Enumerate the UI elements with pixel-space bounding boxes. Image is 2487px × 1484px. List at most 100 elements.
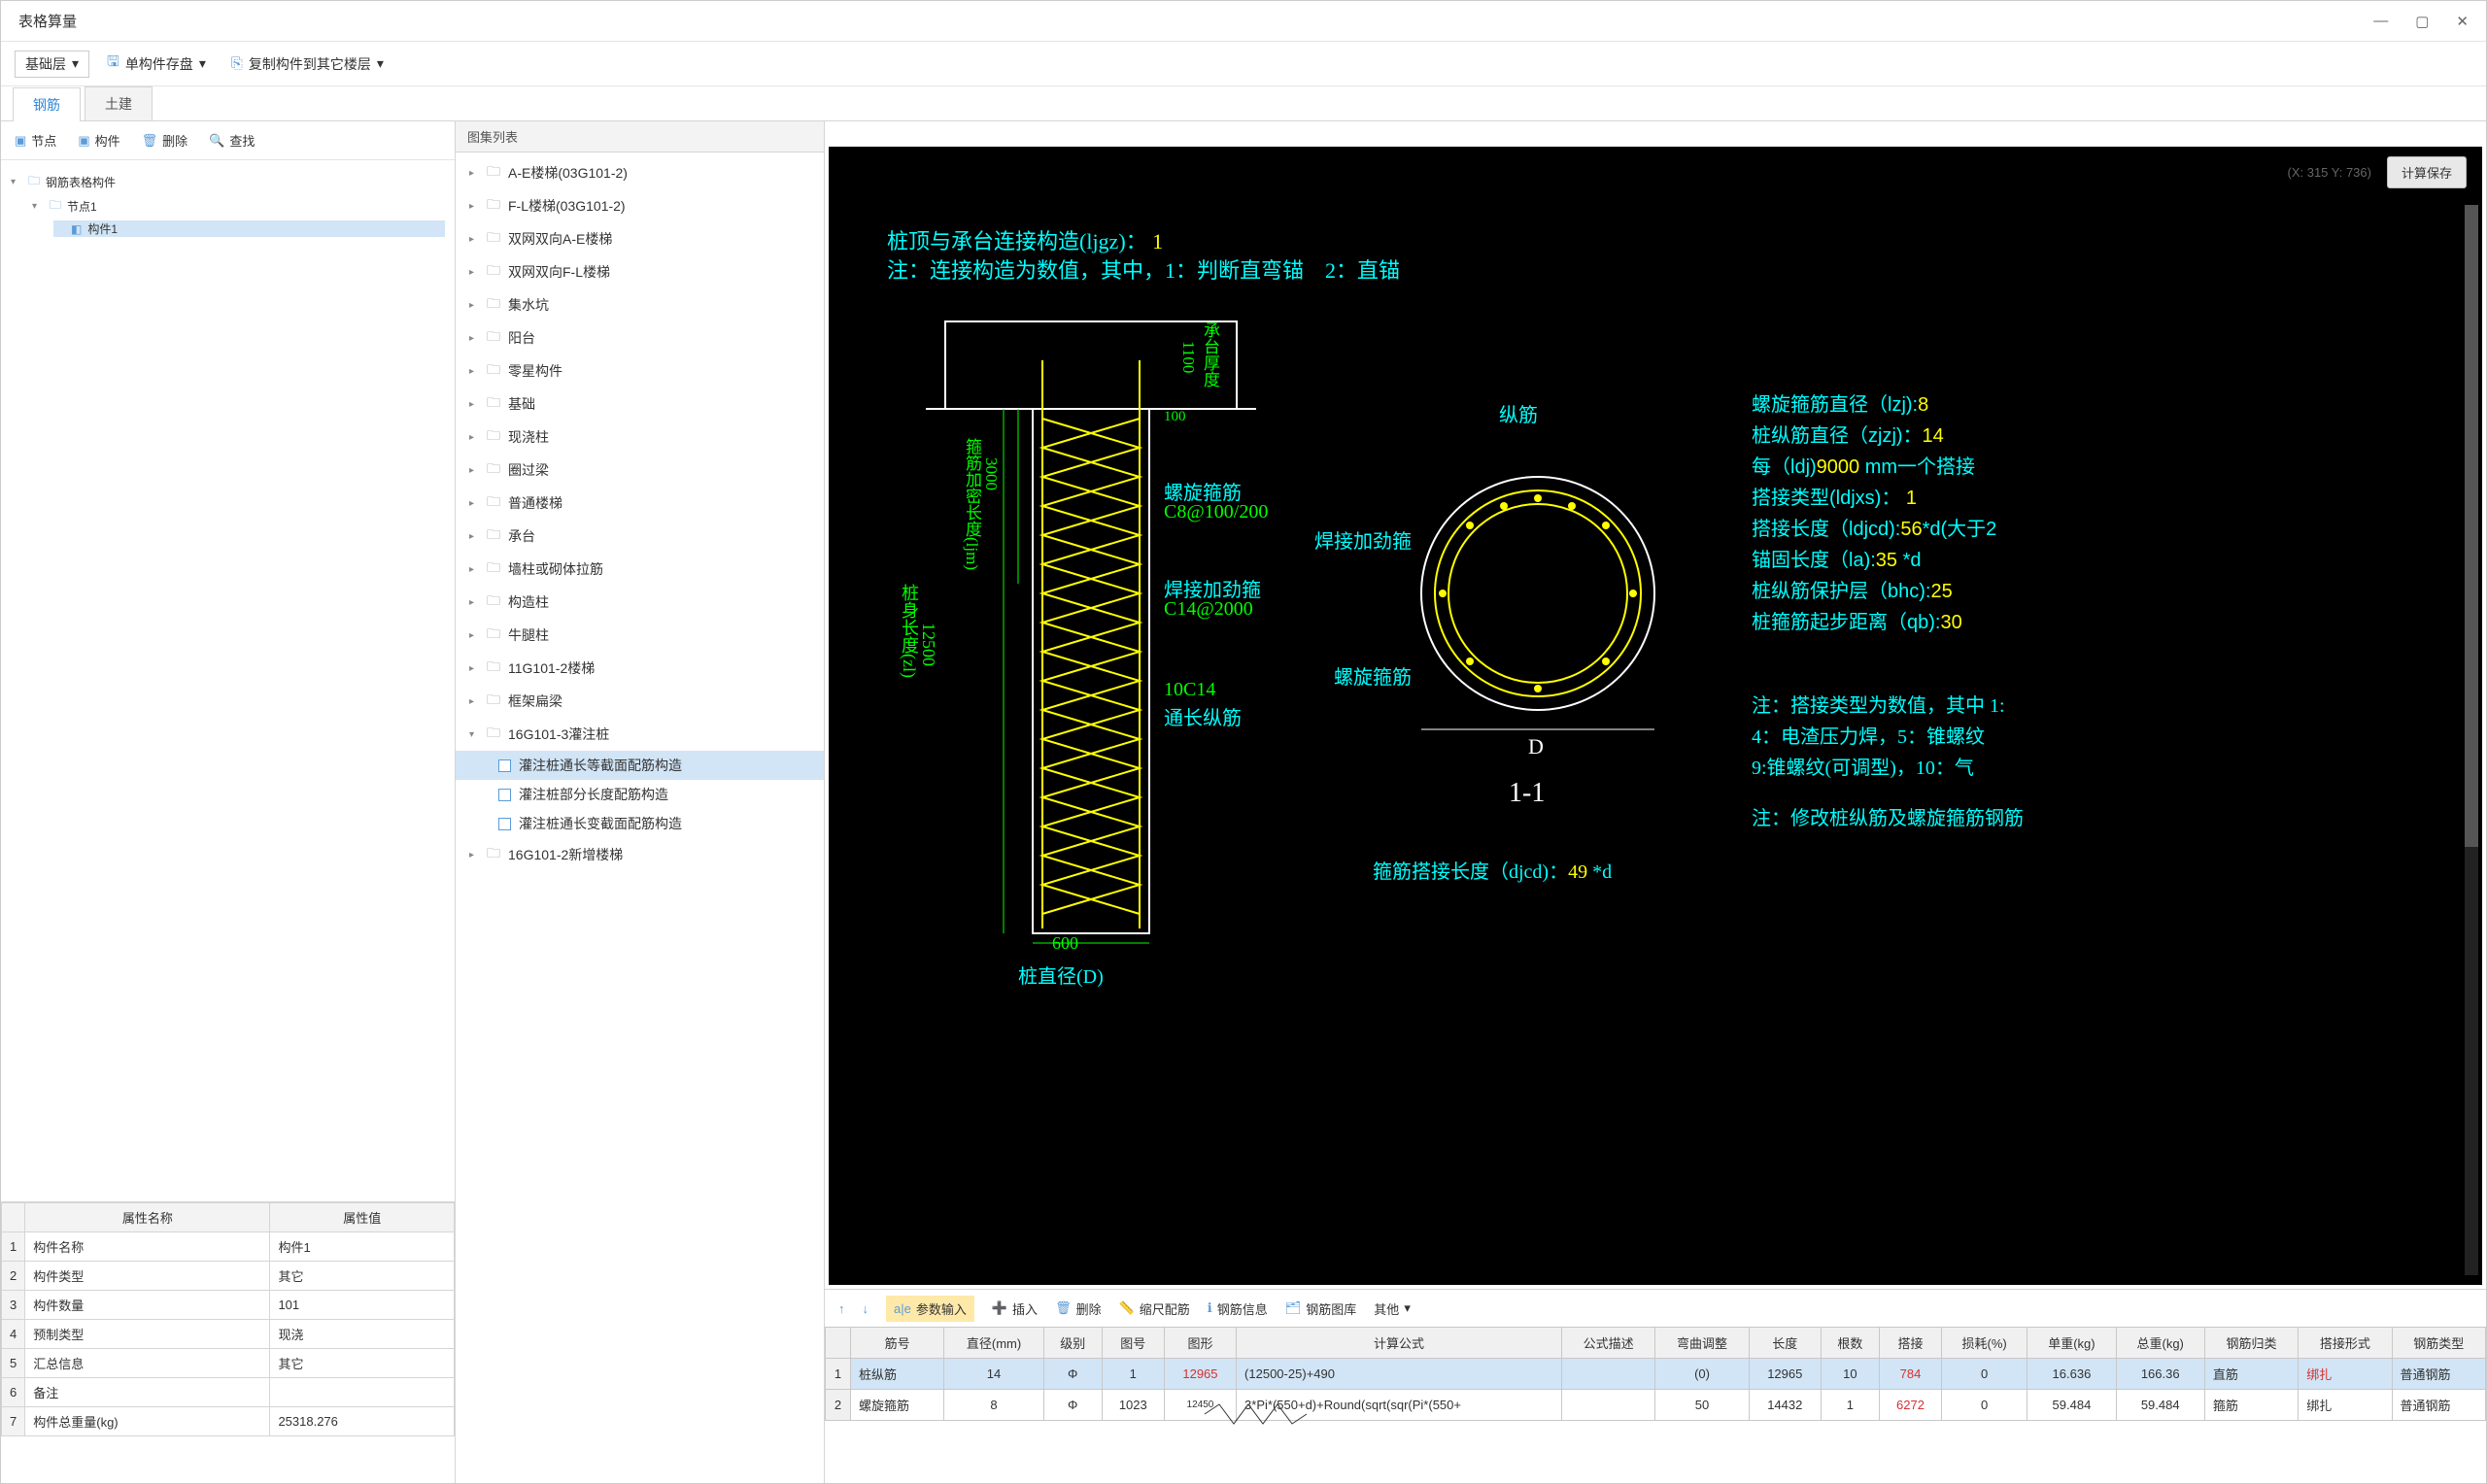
atlas-subitem[interactable]: 灌注桩通长等截面配筋构造 bbox=[456, 751, 824, 780]
tree-root[interactable]: 钢筋表格构件 bbox=[46, 174, 116, 190]
col-header[interactable]: 钢筋归类 bbox=[2204, 1328, 2298, 1359]
col-header[interactable]: 图号 bbox=[1102, 1328, 1164, 1359]
expand-icon[interactable]: ▸ bbox=[469, 465, 479, 476]
atlas-item[interactable]: ▸🗀16G101-2新增楼梯 bbox=[456, 838, 824, 871]
folder-icon: 🗀 bbox=[487, 843, 500, 866]
col-header[interactable]: 公式描述 bbox=[1562, 1328, 1655, 1359]
expand-icon[interactable]: ▸ bbox=[469, 696, 479, 707]
tree-item[interactable]: 构件1 bbox=[87, 220, 118, 237]
other-button[interactable]: 其他 ▾ bbox=[1374, 1299, 1411, 1318]
expand-icon[interactable]: ▸ bbox=[469, 850, 479, 860]
find-button[interactable]: 🔍查找 bbox=[209, 131, 255, 150]
atlas-item[interactable]: ▸🗀阳台 bbox=[456, 321, 824, 354]
component-icon: ▣ bbox=[78, 133, 89, 149]
main-tabs: 钢筋 土建 bbox=[1, 86, 2486, 121]
library-button[interactable]: 🗂钢筋图库 bbox=[1285, 1299, 1357, 1318]
insert-button[interactable]: ➕插入 bbox=[992, 1299, 1038, 1318]
atlas-tree[interactable]: ▸🗀A-E楼梯(03G101-2)▸🗀F-L楼梯(03G101-2)▸🗀双网双向… bbox=[456, 152, 824, 1483]
col-header[interactable]: 损耗(%) bbox=[1942, 1328, 2027, 1359]
expand-icon[interactable]: ▸ bbox=[469, 399, 479, 410]
col-header[interactable]: 搭接形式 bbox=[2299, 1328, 2392, 1359]
minimize-icon[interactable]: — bbox=[2373, 13, 2388, 30]
component-tree[interactable]: ▾🗀钢筋表格构件 ▾🗀节点1 ◧构件1 bbox=[1, 160, 455, 1201]
atlas-item[interactable]: ▸🗀零星构件 bbox=[456, 354, 824, 388]
tree-node[interactable]: 节点1 bbox=[67, 198, 97, 215]
folder-icon: 🗀 bbox=[487, 392, 500, 416]
col-header[interactable]: 筋号 bbox=[851, 1328, 944, 1359]
atlas-item[interactable]: ▸🗀墙柱或砌体拉筋 bbox=[456, 553, 824, 586]
expand-icon[interactable]: ▸ bbox=[469, 267, 479, 278]
scale-button[interactable]: 📏缩尺配筋 bbox=[1119, 1299, 1190, 1318]
col-header[interactable]: 搭接 bbox=[1879, 1328, 1941, 1359]
col-header[interactable]: 钢筋类型 bbox=[2392, 1328, 2485, 1359]
atlas-item[interactable]: ▸🗀A-E楼梯(03G101-2) bbox=[456, 156, 824, 189]
atlas-item[interactable]: ▸🗀现浇柱 bbox=[456, 421, 824, 454]
node-button[interactable]: ▣节点 bbox=[15, 131, 56, 150]
copy-to-other-button[interactable]: ⎘ 复制构件到其它楼层 ▾ bbox=[223, 51, 392, 77]
expand-icon[interactable]: ▸ bbox=[469, 333, 479, 344]
atlas-item[interactable]: ▸🗀11G101-2楼梯 bbox=[456, 652, 824, 685]
close-icon[interactable]: ✕ bbox=[2456, 13, 2469, 30]
expand-icon[interactable]: ▸ bbox=[469, 597, 479, 608]
atlas-item[interactable]: ▸🗀F-L楼梯(03G101-2) bbox=[456, 189, 824, 222]
col-header[interactable]: 总重(kg) bbox=[2116, 1328, 2204, 1359]
canvas-scrollbar[interactable] bbox=[2465, 205, 2478, 1275]
collapse-icon[interactable]: ▾ bbox=[11, 177, 22, 187]
col-header[interactable]: 级别 bbox=[1043, 1328, 1102, 1359]
expand-icon[interactable]: ▸ bbox=[469, 531, 479, 542]
col-header[interactable]: 计算公式 bbox=[1237, 1328, 1562, 1359]
expand-icon[interactable]: ▸ bbox=[469, 300, 479, 311]
folder-icon: 🗀 bbox=[487, 624, 500, 647]
param-input-button[interactable]: a|e参数输入 bbox=[886, 1296, 974, 1322]
atlas-item[interactable]: ▸🗀框架扁梁 bbox=[456, 685, 824, 718]
atlas-item[interactable]: ▸🗀构造柱 bbox=[456, 586, 824, 619]
property-grid[interactable]: 属性名称属性值 1构件名称构件1 2构件类型其它 3构件数量101 4预制类型现… bbox=[1, 1201, 455, 1483]
table-row[interactable]: 1桩纵筋14Φ112965(12500-25)+490(0)1296510784… bbox=[826, 1359, 2486, 1390]
atlas-subitem[interactable]: 灌注桩通长变截面配筋构造 bbox=[456, 809, 824, 838]
prop-header-value: 属性值 bbox=[270, 1203, 455, 1232]
atlas-item[interactable]: ▸🗀基础 bbox=[456, 388, 824, 421]
atlas-item[interactable]: ▸🗀圈过梁 bbox=[456, 454, 824, 487]
expand-icon[interactable]: ▸ bbox=[469, 498, 479, 509]
col-header[interactable]: 直径(mm) bbox=[944, 1328, 1043, 1359]
component-button[interactable]: ▣构件 bbox=[78, 131, 119, 150]
atlas-item[interactable]: ▸🗀双网双向F-L楼梯 bbox=[456, 255, 824, 288]
atlas-item-expanded[interactable]: ▾🗀16G101-3灌注桩 bbox=[456, 718, 824, 751]
expand-icon[interactable]: ▸ bbox=[469, 663, 479, 674]
col-header[interactable]: 长度 bbox=[1749, 1328, 1821, 1359]
expand-icon[interactable]: ▸ bbox=[469, 201, 479, 212]
maximize-icon[interactable]: ▢ bbox=[2415, 13, 2429, 30]
expand-icon[interactable]: ▸ bbox=[469, 432, 479, 443]
atlas-subitem[interactable]: 灌注桩部分长度配筋构造 bbox=[456, 780, 824, 809]
tab-civil[interactable]: 土建 bbox=[85, 86, 153, 120]
info-button[interactable]: ℹ钢筋信息 bbox=[1208, 1299, 1268, 1318]
atlas-item[interactable]: ▸🗀承台 bbox=[456, 520, 824, 553]
expand-icon[interactable]: ▸ bbox=[469, 366, 479, 377]
atlas-item[interactable]: ▸🗀集水坑 bbox=[456, 288, 824, 321]
expand-icon[interactable]: ▸ bbox=[469, 564, 479, 575]
save-single-button[interactable]: 🖫 单构件存盘 ▾ bbox=[99, 49, 214, 79]
atlas-item[interactable]: ▸🗀双网双向A-E楼梯 bbox=[456, 222, 824, 255]
atlas-item[interactable]: ▸🗀牛腿柱 bbox=[456, 619, 824, 652]
folder-icon: 🗀 bbox=[487, 161, 500, 185]
col-header[interactable]: 根数 bbox=[1821, 1328, 1879, 1359]
drawing-canvas[interactable]: (X: 315 Y: 736) 计算保存 桩顶与承台连接构造(ljgz)： 1 … bbox=[829, 147, 2482, 1285]
expand-icon[interactable]: ▸ bbox=[469, 630, 479, 641]
table-row[interactable]: 2螺旋箍筋8Φ1023124503*Pi*(550+d)+Round(sqrt(… bbox=[826, 1390, 2486, 1421]
expand-icon[interactable]: ▸ bbox=[469, 234, 479, 245]
col-header[interactable]: 弯曲调整 bbox=[1655, 1328, 1749, 1359]
collapse-icon[interactable]: ▾ bbox=[32, 201, 44, 212]
col-header[interactable]: 图形 bbox=[1164, 1328, 1236, 1359]
delete-row-button[interactable]: 🗑删除 bbox=[1055, 1299, 1102, 1318]
rebar-table[interactable]: 筋号直径(mm)级别图号图形计算公式公式描述弯曲调整长度根数搭接损耗(%)单重(… bbox=[825, 1327, 2486, 1483]
delete-button[interactable]: 🗑删除 bbox=[142, 131, 188, 150]
arrow-down-button[interactable]: ↓ bbox=[863, 1301, 869, 1316]
atlas-item[interactable]: ▸🗀普通楼梯 bbox=[456, 487, 824, 520]
col-header[interactable]: 单重(kg) bbox=[2027, 1328, 2116, 1359]
level-dropdown[interactable]: 基础层 ▾ bbox=[15, 51, 89, 78]
expand-icon[interactable]: ▸ bbox=[469, 168, 479, 179]
calc-save-button[interactable]: 计算保存 bbox=[2387, 156, 2467, 188]
arrow-up-button[interactable]: ↑ bbox=[838, 1301, 845, 1316]
collapse-icon[interactable]: ▾ bbox=[469, 729, 479, 740]
tab-rebar[interactable]: 钢筋 bbox=[13, 87, 81, 121]
